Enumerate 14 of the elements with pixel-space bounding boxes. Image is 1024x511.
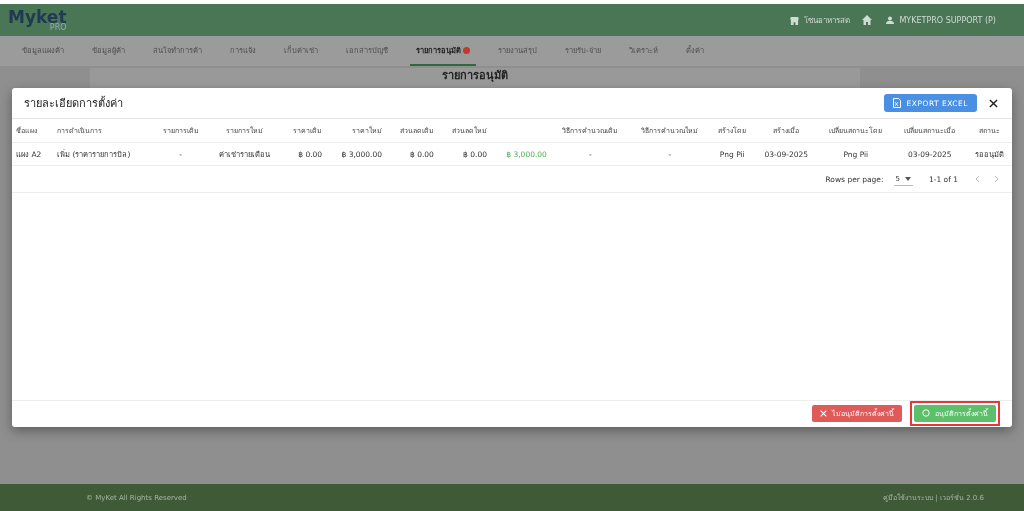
close-icon — [820, 409, 827, 417]
circle-icon — [922, 409, 930, 417]
dialog-title: รายละเอียดการตั้งค่า — [24, 95, 124, 112]
page-title: รายการอนุมัติ — [442, 69, 508, 84]
home-icon[interactable] — [862, 15, 873, 25]
caret-icon — [904, 176, 911, 181]
store-name[interactable]: โซนอาหารสด — [804, 13, 851, 27]
next-page-button[interactable] — [992, 175, 1000, 183]
store-icon — [790, 15, 800, 25]
user-icon — [886, 16, 895, 24]
excel-file-icon — [892, 98, 901, 108]
user-name[interactable]: MYKETPRO SUPPORT (P) — [899, 15, 996, 25]
previous-page-button[interactable] — [974, 175, 982, 183]
close-button[interactable] — [989, 98, 998, 108]
